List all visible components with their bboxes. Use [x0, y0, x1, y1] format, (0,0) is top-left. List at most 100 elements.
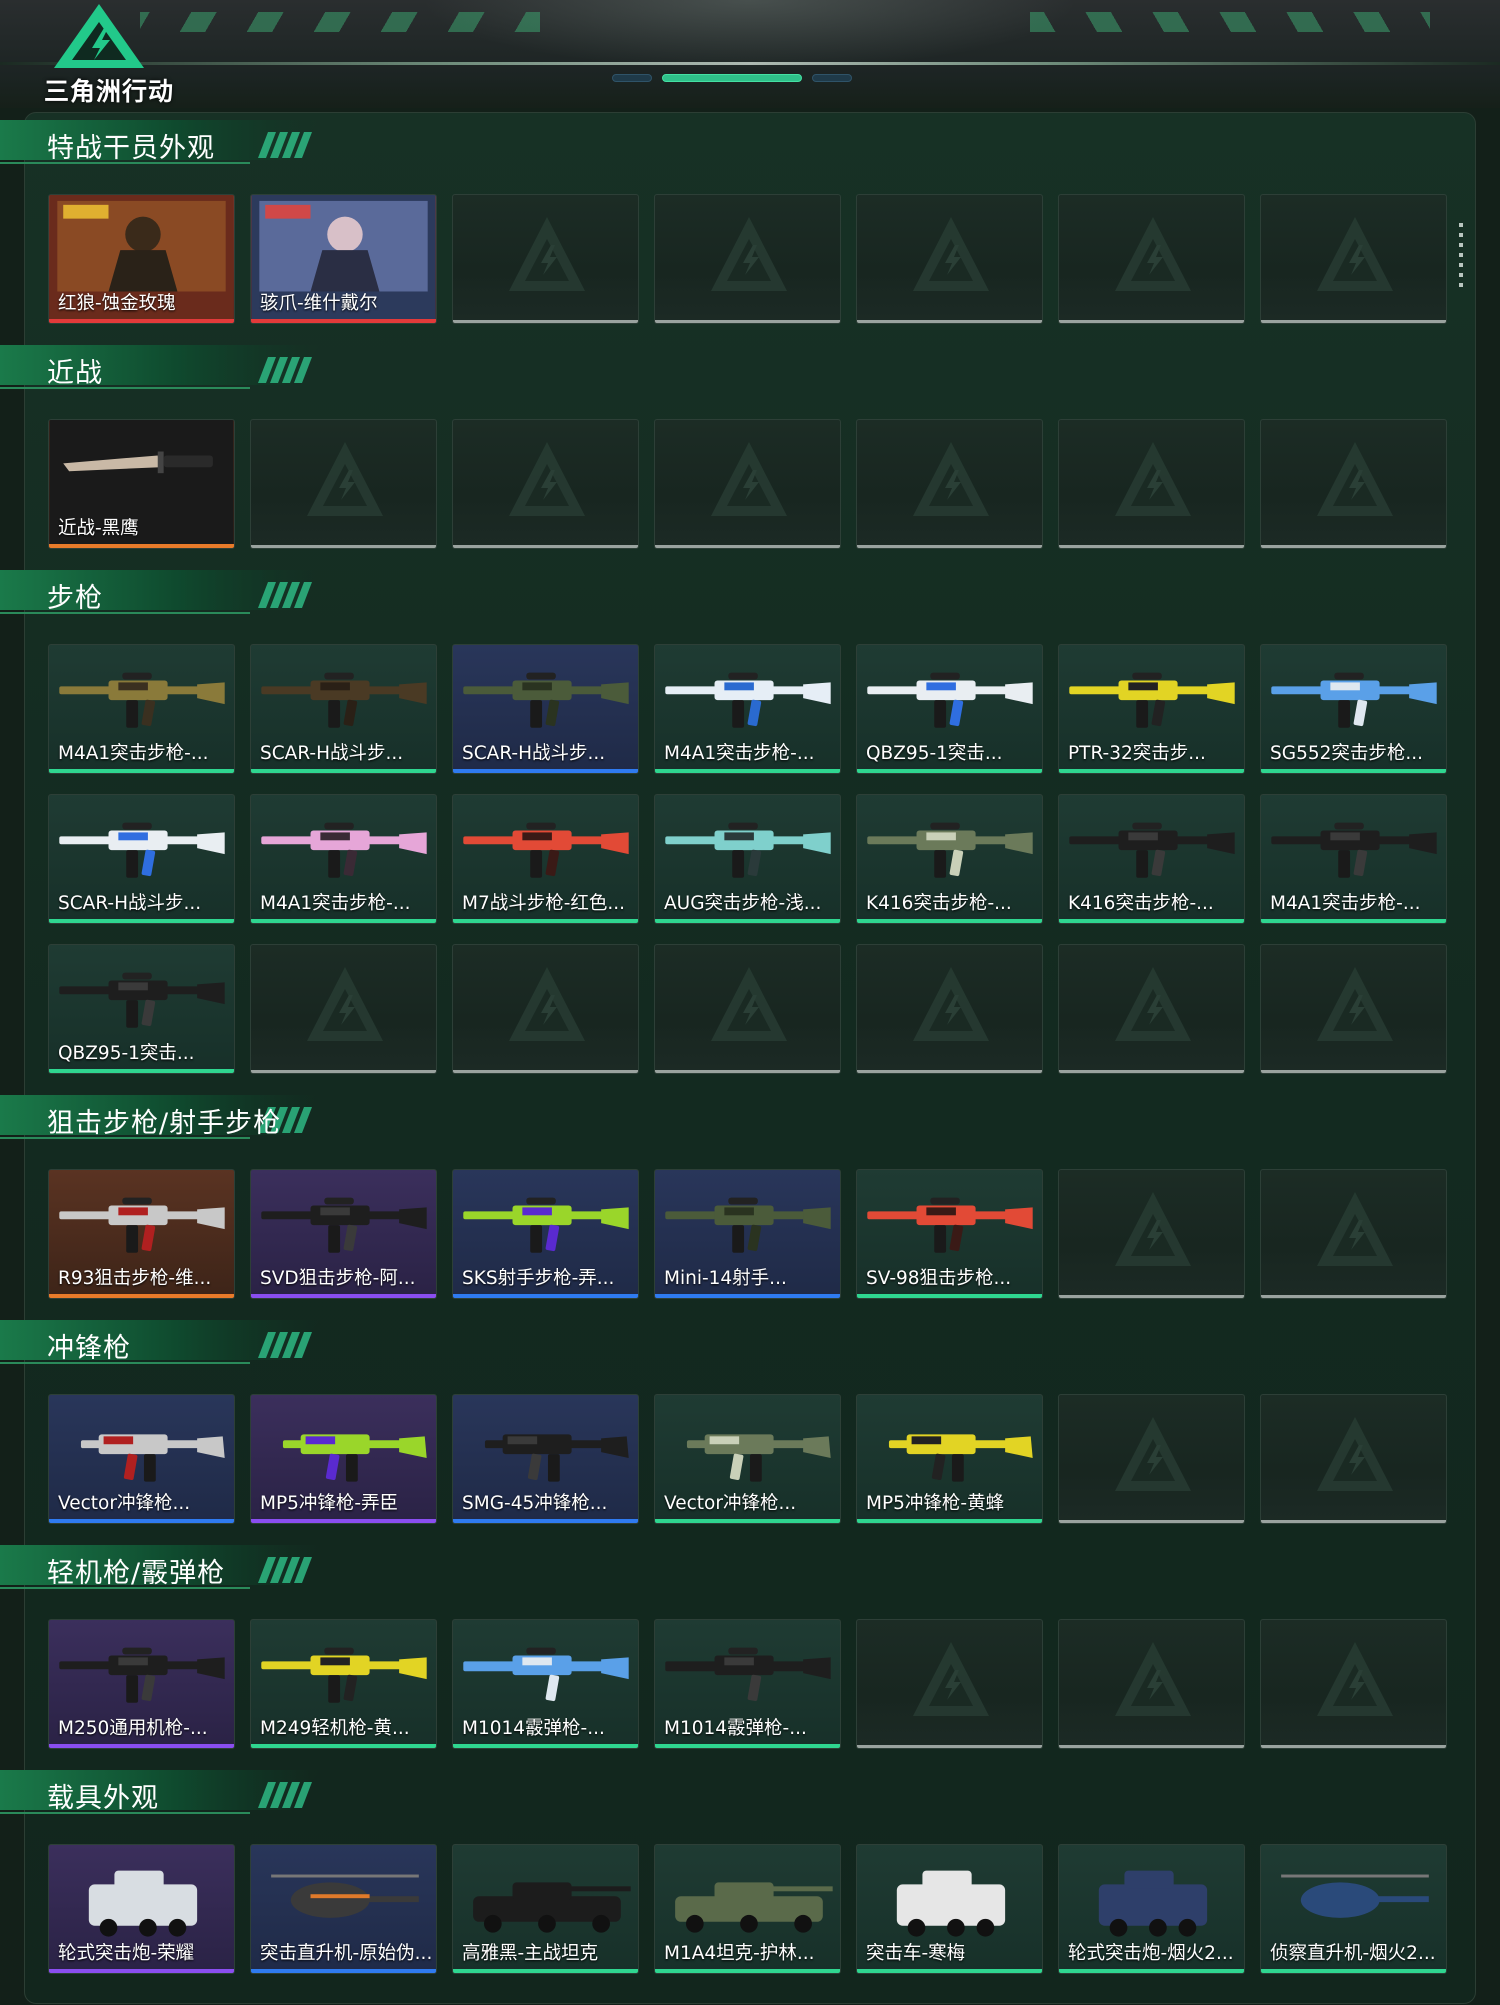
item-label: R93狙击步枪-维...: [58, 1268, 212, 1289]
quality-bar: [1059, 1745, 1244, 1748]
item-card[interactable]: M4A1突击步枪-...: [654, 644, 841, 774]
item-card[interactable]: Vector冲锋枪...: [654, 1394, 841, 1524]
empty-slot: [1260, 944, 1447, 1074]
item-card[interactable]: 红狼-蚀金玫瑰: [48, 194, 235, 324]
page-indicator-dot: [812, 74, 852, 82]
empty-slot: [1260, 419, 1447, 549]
item-card[interactable]: 骇爪-维什戴尔: [250, 194, 437, 324]
page-indicator: [612, 74, 852, 82]
quality-bar: [655, 1969, 840, 1973]
page-indicator-dot: [612, 74, 652, 82]
quality-bar: [857, 1519, 1042, 1523]
item-label: Vector冲锋枪...: [664, 1493, 797, 1514]
item-card[interactable]: M7战斗步枪-红色...: [452, 794, 639, 924]
item-card[interactable]: R93狙击步枪-维...: [48, 1169, 235, 1299]
empty-slot-placeholder: [1111, 438, 1195, 522]
placeholder-logo-icon: [1115, 1642, 1191, 1716]
item-card[interactable]: K416突击步枪-...: [1058, 794, 1245, 924]
item-label: M4A1突击步枪-...: [1270, 893, 1421, 914]
item-card[interactable]: Mini-14射手...: [654, 1169, 841, 1299]
quality-bar: [655, 769, 840, 773]
quality-bar: [49, 1744, 234, 1748]
quality-bar: [1261, 1520, 1446, 1523]
item-card[interactable]: M1014霰弹枪-...: [452, 1619, 639, 1749]
scrollbar[interactable]: [1459, 223, 1463, 291]
item-card[interactable]: 侦察直升机-烟火2...: [1260, 1844, 1447, 1974]
item-card[interactable]: 轮式突击炮-荣耀: [48, 1844, 235, 1974]
quality-bar: [251, 1070, 436, 1073]
empty-slot: [1058, 1619, 1245, 1749]
item-card[interactable]: Vector冲锋枪...: [48, 1394, 235, 1524]
quality-bar: [1059, 1969, 1244, 1973]
quality-bar: [453, 919, 638, 923]
item-card[interactable]: PTR-32突击步...: [1058, 644, 1245, 774]
delta-logo-icon: [54, 4, 144, 68]
item-card[interactable]: M4A1突击步枪-...: [1260, 794, 1447, 924]
item-card[interactable]: SG552突击步枪...: [1260, 644, 1447, 774]
item-card[interactable]: SMG-45冲锋枪...: [452, 1394, 639, 1524]
item-card[interactable]: SVD狙击步枪-阿...: [250, 1169, 437, 1299]
item-card[interactable]: SCAR-H战斗步...: [48, 794, 235, 924]
item-label: 高雅黑-主战坦克: [462, 1943, 599, 1964]
empty-slot: [856, 419, 1043, 549]
placeholder-logo-icon: [1317, 217, 1393, 291]
banner-line: [0, 62, 1500, 65]
quality-bar: [1059, 919, 1244, 923]
item-card[interactable]: M1014霰弹枪-...: [654, 1619, 841, 1749]
section-header: 特战干员外观: [0, 118, 330, 168]
item-card[interactable]: QBZ95-1突击...: [856, 644, 1043, 774]
item-card[interactable]: 近战-黑鹰: [48, 419, 235, 549]
empty-slot-placeholder: [505, 213, 589, 297]
item-card[interactable]: 突击车-寒梅: [856, 1844, 1043, 1974]
quality-bar: [1059, 1295, 1244, 1298]
empty-slot-placeholder: [1111, 1188, 1195, 1272]
empty-slot-placeholder: [707, 213, 791, 297]
item-card[interactable]: 突击直升机-原始伪...: [250, 1844, 437, 1974]
empty-slot-placeholder: [1111, 1413, 1195, 1497]
quality-bar: [1261, 1070, 1446, 1073]
placeholder-logo-icon: [711, 442, 787, 516]
item-label: 近战-黑鹰: [58, 518, 139, 539]
item-card[interactable]: 高雅黑-主战坦克: [452, 1844, 639, 1974]
quality-bar: [49, 1969, 234, 1973]
item-card[interactable]: AUG突击步枪-浅...: [654, 794, 841, 924]
item-card[interactable]: 轮式突击炮-烟火2...: [1058, 1844, 1245, 1974]
placeholder-logo-icon: [711, 217, 787, 291]
item-card[interactable]: QBZ95-1突击...: [48, 944, 235, 1074]
quality-bar: [1261, 1969, 1446, 1973]
quality-bar: [1059, 769, 1244, 773]
item-label: SMG-45冲锋枪...: [462, 1493, 608, 1514]
section-header: 冲锋枪: [0, 1318, 330, 1368]
item-card[interactable]: M4A1突击步枪-...: [48, 644, 235, 774]
item-card[interactable]: M249轻机枪-黄...: [250, 1619, 437, 1749]
banner-glow: [420, 0, 1080, 70]
empty-slot-placeholder: [1111, 1638, 1195, 1722]
placeholder-logo-icon: [1317, 442, 1393, 516]
empty-slot-placeholder: [505, 438, 589, 522]
item-card[interactable]: SCAR-H战斗步...: [452, 644, 639, 774]
item-card[interactable]: SV-98狙击步枪...: [856, 1169, 1043, 1299]
quality-bar: [49, 769, 234, 773]
quality-bar: [1059, 545, 1244, 548]
item-card[interactable]: MP5冲锋枪-黄蜂: [856, 1394, 1043, 1524]
item-card[interactable]: M1A4坦克-护林...: [654, 1844, 841, 1974]
section-title: 轻机枪/霰弹枪: [47, 1558, 226, 1589]
item-card[interactable]: SKS射手步枪-弄...: [452, 1169, 639, 1299]
item-card[interactable]: M250通用机枪-...: [48, 1619, 235, 1749]
section-header: 载具外观: [0, 1768, 330, 1818]
item-card[interactable]: MP5冲锋枪-弄臣: [250, 1394, 437, 1524]
item-label: K416突击步枪-...: [866, 893, 1012, 914]
quality-bar: [251, 1294, 436, 1298]
item-card[interactable]: M4A1突击步枪-...: [250, 794, 437, 924]
empty-slot-placeholder: [1111, 213, 1195, 297]
empty-slot: [1058, 1394, 1245, 1524]
empty-slot-placeholder: [909, 1638, 993, 1722]
quality-bar: [1059, 320, 1244, 323]
page-indicator-dot-active: [662, 74, 802, 82]
item-card[interactable]: SCAR-H战斗步...: [250, 644, 437, 774]
quality-bar: [453, 1969, 638, 1973]
quality-bar: [1059, 1520, 1244, 1523]
item-card[interactable]: K416突击步枪-...: [856, 794, 1043, 924]
item-label: Mini-14射手...: [664, 1268, 787, 1289]
placeholder-logo-icon: [711, 967, 787, 1041]
